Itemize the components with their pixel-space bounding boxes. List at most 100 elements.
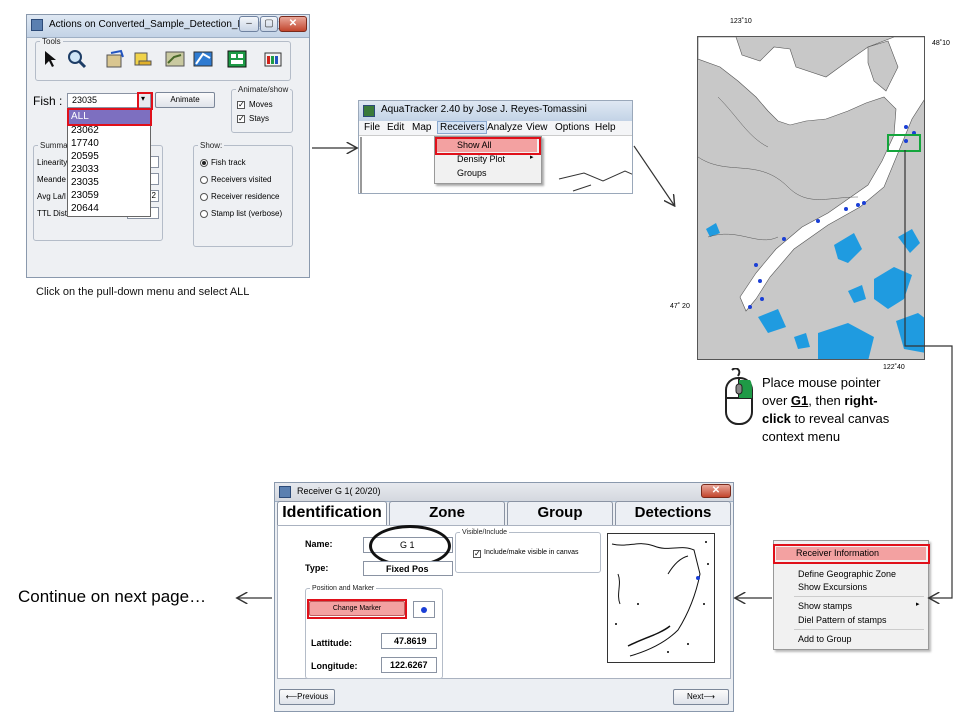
receiver-titlebar: Receiver G 1( 20/20) ✕ xyxy=(275,483,733,502)
animate-group: Animate/show xyxy=(231,85,293,133)
diel-pattern-item[interactable]: Diel Pattern of stamps xyxy=(798,615,887,625)
g1-highlight[interactable] xyxy=(887,134,921,152)
actions-window: Actions on Converted_Sample_Detection_Fi… xyxy=(26,14,310,278)
show-option-label: Fish track xyxy=(211,158,246,167)
instruction-part: to reveal canvas xyxy=(790,411,890,426)
menu-separator xyxy=(794,596,924,597)
right-emphasis: right- xyxy=(844,393,878,408)
tab-detections[interactable]: Detections xyxy=(615,501,731,525)
previous-button[interactable]: ⟵Previous xyxy=(279,689,335,705)
receivers-visited-radio[interactable] xyxy=(200,176,208,184)
dropdown-item[interactable]: 23062 xyxy=(71,125,99,136)
name-label: Name: xyxy=(305,539,333,549)
instruction-part: over xyxy=(762,393,791,408)
change-marker-highlight xyxy=(307,599,407,619)
database-tool-icon[interactable] xyxy=(263,49,283,69)
next-button[interactable]: Next⟶ xyxy=(673,689,729,705)
define-zone-item[interactable]: Define Geographic Zone xyxy=(798,569,896,579)
moves-label: Moves xyxy=(249,100,273,109)
instruction-line: context menu xyxy=(762,429,841,444)
minimap-drawing xyxy=(611,541,709,657)
add-to-group-item[interactable]: Add to Group xyxy=(798,634,852,644)
pointer-tool-icon[interactable] xyxy=(41,49,61,69)
instruction-line: over G1, then right- xyxy=(762,392,922,410)
latitude-field[interactable]: 47.8619 xyxy=(381,633,437,649)
map-canvas[interactable] xyxy=(697,36,925,360)
longitude-field[interactable]: 122.6267 xyxy=(381,657,437,673)
continue-text: Continue on next page… xyxy=(18,587,207,606)
dropdown-item[interactable]: 20644 xyxy=(71,203,99,214)
longitude-value: 122.6267 xyxy=(390,660,428,670)
instruction-line: click to reveal canvas xyxy=(762,410,922,428)
stays-checkbox[interactable]: ✓ xyxy=(237,115,245,123)
track-tool-icon[interactable] xyxy=(193,49,213,69)
show-option-label: Receivers visited xyxy=(211,175,272,184)
arrow-step2-to-map xyxy=(633,145,674,205)
show-stamps-item[interactable]: Show stamps xyxy=(798,601,852,611)
show-excursions-item[interactable]: Show Excursions xyxy=(798,582,867,592)
type-field: Fixed Pos xyxy=(363,561,453,576)
latitude-value: 47.8619 xyxy=(394,636,427,646)
receiver-info-highlight xyxy=(773,544,930,564)
receiver-title: Receiver G 1( 20/20) xyxy=(297,486,381,496)
tab-zone[interactable]: Zone xyxy=(389,501,505,525)
g1-emphasis: G1 xyxy=(790,393,809,408)
receiver-residence-radio[interactable] xyxy=(200,193,208,201)
fish-track-radio[interactable] xyxy=(200,159,208,167)
dropdown-item[interactable]: 23035 xyxy=(71,177,99,188)
menu-separator xyxy=(794,629,924,630)
visible-legend: Visible/Include xyxy=(462,529,508,536)
latitude-label: Lattitude: xyxy=(311,638,352,648)
click-emphasis: click xyxy=(762,411,791,426)
animate-button[interactable]: Animate xyxy=(155,92,215,108)
include-visible-label: Include/make visible in canvas xyxy=(484,549,579,556)
groups-item[interactable]: Groups xyxy=(457,168,487,178)
receiver-window: Receiver G 1( 20/20) ✕ Identification Zo… xyxy=(274,482,734,712)
instruction-part: , then xyxy=(808,393,845,408)
instruction-text: Place mouse pointer over G1, then right-… xyxy=(762,374,922,446)
summary-row: Linearity xyxy=(37,158,68,167)
stays-label: Stays xyxy=(249,114,270,123)
tab-group[interactable]: Group xyxy=(507,501,613,525)
map-lat-left: 47˚ 20 xyxy=(670,303,690,310)
dropdown-item[interactable]: 17740 xyxy=(71,138,99,149)
moves-checkbox[interactable]: ✓ xyxy=(237,101,245,109)
stamp-list-radio[interactable] xyxy=(200,210,208,218)
map-lon-top: 123˚10 xyxy=(730,18,752,25)
tab-strip: Identification Zone Group Detections xyxy=(277,501,731,525)
chart-tool-icon[interactable] xyxy=(165,49,185,69)
show-option-label: Receiver residence xyxy=(211,192,280,201)
summary-row: TTL Dist xyxy=(37,209,67,218)
dropdown-item[interactable]: 23059 xyxy=(71,190,99,201)
grid-tool-icon[interactable] xyxy=(227,49,247,69)
app-icon xyxy=(31,19,43,31)
type-label: Type: xyxy=(305,563,329,573)
marker-preview[interactable] xyxy=(413,601,435,618)
summary-row: Meande xyxy=(37,175,66,184)
minimize-button[interactable]: – xyxy=(239,16,259,32)
position-legend: Position and Marker xyxy=(312,585,375,592)
receiver-minimap xyxy=(607,533,715,663)
close-button[interactable]: ✕ xyxy=(701,484,731,498)
marker-dot-icon xyxy=(421,607,427,613)
show-all-highlight xyxy=(435,137,541,155)
all-highlight xyxy=(67,108,152,126)
map-drawing xyxy=(698,37,924,359)
instruction-line: Place mouse pointer xyxy=(762,375,881,390)
density-plot-item[interactable]: Density Plot xyxy=(457,154,505,164)
actions-titlebar: Actions on Converted_Sample_Detection_Fi… xyxy=(27,15,309,38)
map-tool-icon[interactable] xyxy=(105,49,125,69)
maximize-button[interactable]: ▢ xyxy=(260,16,278,32)
tab-identification[interactable]: Identification xyxy=(277,501,387,525)
fish-select-value: 23035 xyxy=(72,95,98,105)
mouse-icon xyxy=(725,368,753,425)
close-button[interactable]: ✕ xyxy=(279,16,307,32)
zoom-tool-icon[interactable] xyxy=(67,49,87,69)
dropdown-item[interactable]: 23033 xyxy=(71,164,99,175)
include-visible-checkbox[interactable]: ✓ xyxy=(473,550,481,558)
aquatracker-window: AquaTracker 2.40 by Jose J. Reyes-Tomass… xyxy=(358,100,633,194)
dropdown-item[interactable]: 20595 xyxy=(71,151,99,162)
fish-label: Fish : xyxy=(33,94,63,108)
map-lon-bottom: 122˚40 xyxy=(883,364,905,371)
ruler-tool-icon[interactable] xyxy=(133,49,153,69)
